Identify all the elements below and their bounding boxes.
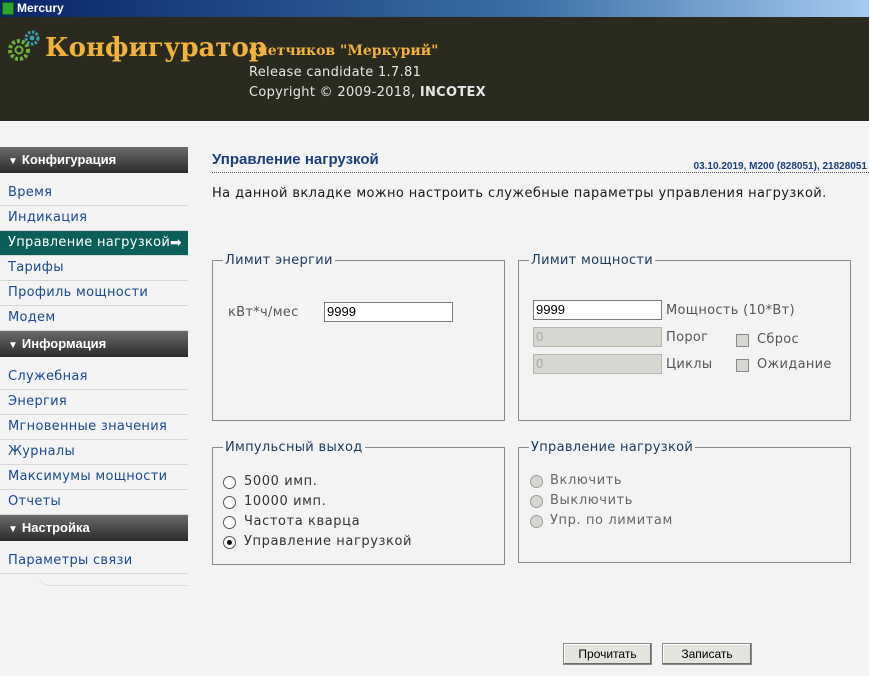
pulse-5000-radio[interactable] <box>223 476 236 489</box>
sidebar-section-settings[interactable]: ▼ Настройка <box>0 515 188 541</box>
write-button[interactable]: Записать <box>662 643 752 665</box>
sidebar-item-connection-params[interactable]: Параметры связи <box>0 549 188 574</box>
sidebar-item-power-maximums[interactable]: Максимумы мощности <box>0 465 188 490</box>
collapse-triangle-icon: ▼ <box>8 156 18 167</box>
pulse-output-legend: Импульсный выход <box>225 440 363 455</box>
power-label: Мощность (10*Вт) <box>666 303 795 318</box>
page-title: Управление нагрузкой <box>212 151 379 168</box>
wait-checkbox[interactable] <box>736 359 749 372</box>
app-icon <box>2 2 14 15</box>
power-limit-group: Лимит мощности 9999 Мощность (10*Вт) 0 П… <box>518 253 851 421</box>
sidebar-item-journals[interactable]: Журналы <box>0 440 188 465</box>
section-title: Настройка <box>21 520 90 535</box>
pulse-quartz-radio[interactable] <box>223 516 236 529</box>
power-input[interactable]: 9999 <box>533 300 662 320</box>
read-button[interactable]: Прочитать <box>563 643 652 665</box>
threshold-label: Порог <box>666 330 709 345</box>
load-off-label: Выключить <box>550 493 634 508</box>
brand-subtitle: счетчиков "Меркурий" <box>249 43 439 59</box>
energy-limit-input[interactable]: 9999 <box>324 302 453 322</box>
load-on-radio[interactable] <box>530 475 543 488</box>
load-off-radio[interactable] <box>530 495 543 508</box>
gears-icon <box>8 30 40 61</box>
copyright-company: INCOTEX <box>419 85 486 100</box>
sidebar-item-tariffs[interactable]: Тарифы <box>0 256 188 281</box>
sidebar-item-load-control[interactable]: Управление нагрузкой ➡ <box>0 231 188 256</box>
sidebar-item-display[interactable]: Индикация <box>0 206 188 231</box>
copyright: Copyright © 2009-2018, INCOTEX <box>249 85 486 100</box>
brand-title: Конфигуратор <box>45 33 267 63</box>
sidebar-item-energy[interactable]: Энергия <box>0 390 188 415</box>
load-control-group: Управление нагрузкой Включить Выключить … <box>518 440 851 563</box>
sidebar-item-time[interactable]: Время <box>0 181 188 206</box>
cycles-label: Циклы <box>666 357 713 372</box>
sidebar-item-reports[interactable]: Отчеты <box>0 490 188 515</box>
load-by-limits-radio[interactable] <box>530 515 543 528</box>
energy-limit-group: Лимит энергии кВт*ч/мес 9999 <box>212 253 505 421</box>
wait-label: Ожидание <box>757 357 832 372</box>
sidebar: ▼ Конфигурация Время Индикация Управление… <box>0 147 188 587</box>
release-version: Release candidate 1.7.81 <box>249 65 422 80</box>
pulse-5000-label: 5000 имп. <box>244 474 318 489</box>
pulse-load-control-label: Управление нагрузкой <box>244 534 413 549</box>
reset-label: Сброс <box>757 332 799 347</box>
collapse-triangle-icon: ▼ <box>8 340 18 351</box>
cycles-input[interactable]: 0 <box>533 354 662 374</box>
window-title: Mercury <box>17 1 64 15</box>
sidebar-item-power-profile[interactable]: Профиль мощности <box>0 281 188 306</box>
window-titlebar: Mercury <box>0 0 869 17</box>
sidebar-item-label: Управление нагрузкой <box>8 235 171 250</box>
section-title: Конфигурация <box>21 152 117 167</box>
sidebar-item-modem[interactable]: Модем <box>0 306 188 331</box>
energy-limit-legend: Лимит энергии <box>225 253 333 268</box>
pulse-output-group: Импульсный выход 5000 имп. 10000 имп. Ча… <box>212 440 505 565</box>
sidebar-section-config[interactable]: ▼ Конфигурация <box>0 147 188 173</box>
app-header: Конфигуратор счетчиков "Меркурий" Releas… <box>0 17 869 121</box>
title-divider <box>212 172 869 173</box>
pulse-quartz-label: Частота кварца <box>244 514 361 529</box>
energy-unit-label: кВт*ч/мес <box>228 305 299 320</box>
sidebar-section-info[interactable]: ▼ Информация <box>0 331 188 357</box>
pulse-10000-label: 10000 имп. <box>244 494 327 509</box>
reset-checkbox[interactable] <box>736 334 749 347</box>
load-on-label: Включить <box>550 473 623 488</box>
sidebar-tail <box>38 574 188 586</box>
sidebar-item-instant-values[interactable]: Мгновенные значения <box>0 415 188 440</box>
pulse-10000-radio[interactable] <box>223 496 236 509</box>
page-description: На данной вкладке можно настроить служеб… <box>212 186 827 201</box>
power-limit-legend: Лимит мощности <box>531 253 654 268</box>
pulse-load-control-radio[interactable] <box>223 536 236 549</box>
load-control-legend: Управление нагрузкой <box>531 440 694 455</box>
copyright-prefix: Copyright © 2009-2018, <box>249 85 420 100</box>
device-meta: 03.10.2019, M200 (828051), 21828051 <box>693 161 867 172</box>
arrow-right-icon: ➡ <box>169 235 182 251</box>
section-title: Информация <box>21 336 107 351</box>
load-by-limits-label: Упр. по лимитам <box>550 513 673 528</box>
sidebar-item-service[interactable]: Служебная <box>0 365 188 390</box>
threshold-input[interactable]: 0 <box>533 327 662 347</box>
collapse-triangle-icon: ▼ <box>8 524 18 535</box>
